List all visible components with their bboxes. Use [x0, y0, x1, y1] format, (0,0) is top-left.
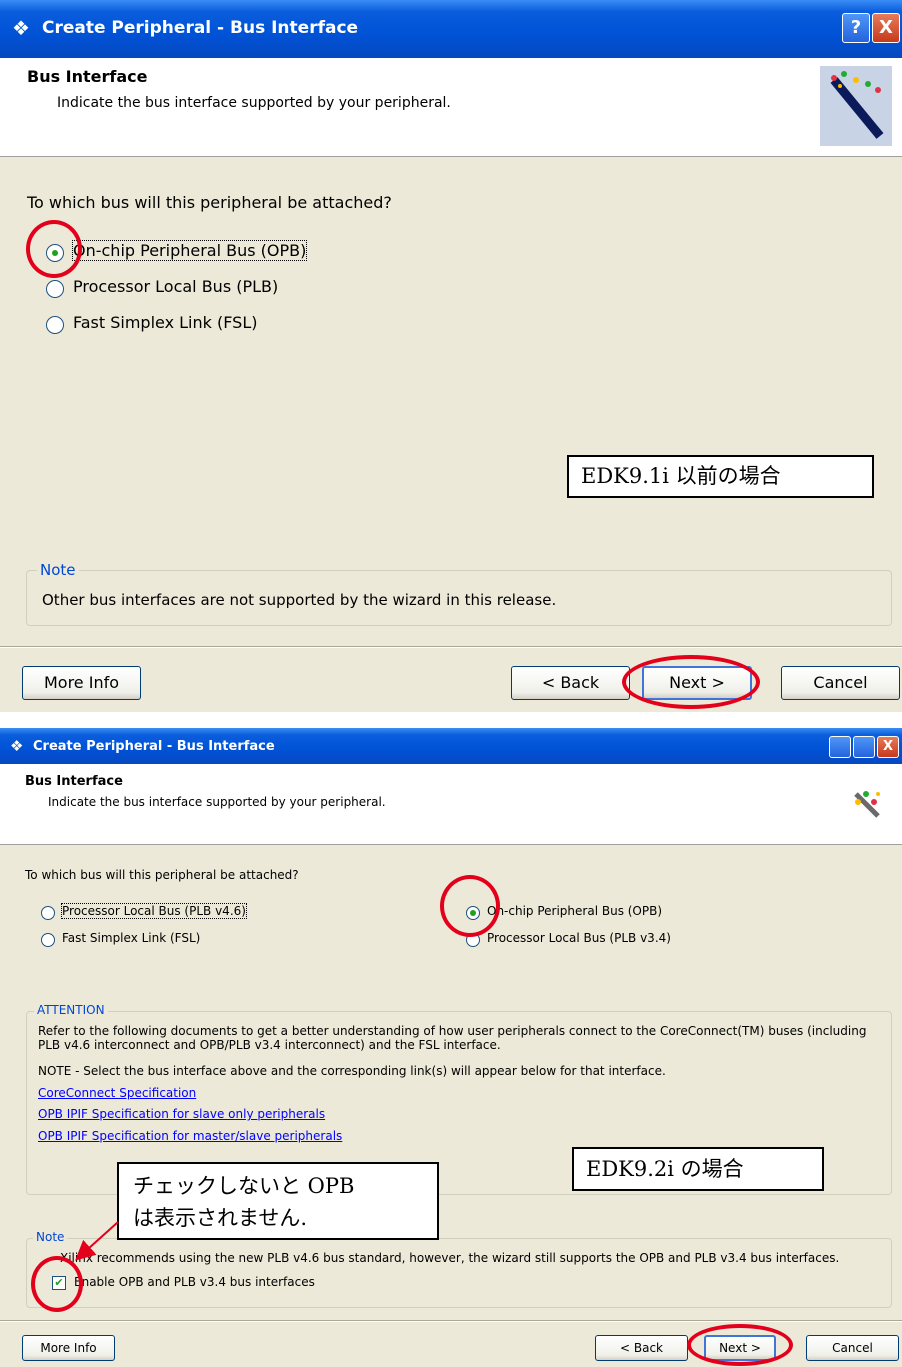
link-opb-ipif-master-slave[interactable]: OPB IPIF Specification for master/slave …	[38, 1129, 342, 1143]
edk91-callout: EDK9.1i 以前の場合	[567, 455, 874, 498]
annotation-line-1: チェックしないと OPB	[133, 1174, 355, 1198]
option-fsl-label[interactable]: Fast Simplex Link (FSL)	[73, 313, 257, 332]
button-separator	[0, 1320, 902, 1322]
option-plb34-label[interactable]: Processor Local Bus (PLB v3.4)	[487, 931, 671, 945]
maximize-button[interactable]	[853, 736, 875, 758]
cancel-button[interactable]: Cancel	[781, 666, 900, 700]
header-title: Bus Interface	[25, 774, 123, 789]
note-legend: Note	[33, 1230, 68, 1244]
wizard-wand-icon	[854, 791, 880, 818]
xilinx-app-icon: ❖	[10, 737, 24, 755]
highlight-opb-radio	[26, 220, 82, 278]
option-plb-label[interactable]: Processor Local Bus (PLB)	[73, 277, 278, 296]
link-coreconnect[interactable]: CoreConnect Specification	[38, 1086, 196, 1100]
close-button[interactable]: X	[872, 13, 900, 43]
edk92-callout: EDK9.2i の場合	[572, 1147, 824, 1191]
note-groupbox	[26, 1238, 892, 1308]
header-subtitle: Indicate the bus interface supported by …	[48, 795, 386, 809]
more-info-button[interactable]: More Info	[22, 1335, 115, 1361]
header-title: Bus Interface	[27, 67, 148, 86]
header-subtitle: Indicate the bus interface supported by …	[57, 95, 451, 111]
option-fsl-label[interactable]: Fast Simplex Link (FSL)	[62, 931, 200, 945]
bus-question: To which bus will this peripheral be att…	[27, 193, 392, 212]
highlight-opb-radio	[440, 875, 500, 937]
radio-plb46[interactable]	[41, 906, 55, 920]
link-opb-ipif-slave[interactable]: OPB IPIF Specification for slave only pe…	[38, 1107, 325, 1121]
cancel-button[interactable]: Cancel	[806, 1335, 899, 1361]
dialog-edk91: ❖ Create Peripheral - Bus Interface ? X …	[0, 0, 902, 712]
minimize-button[interactable]	[829, 736, 851, 758]
window-title: Create Peripheral - Bus Interface	[33, 739, 275, 754]
title-bar[interactable]: ❖ Create Peripheral - Bus Interface ? X	[0, 0, 902, 58]
attention-note: NOTE - Select the bus interface above an…	[38, 1064, 666, 1078]
button-separator	[0, 646, 902, 648]
window-title: Create Peripheral - Bus Interface	[42, 18, 359, 38]
attention-line-1: Refer to the following documents to get …	[38, 1024, 867, 1038]
note-legend: Note	[37, 561, 79, 579]
enable-opb-label[interactable]: Enable OPB and PLB v3.4 bus interfaces	[74, 1275, 315, 1289]
wizard-header: Bus Interface Indicate the bus interface…	[0, 764, 902, 845]
xilinx-app-icon: ❖	[12, 16, 30, 40]
wizard-wand-icon	[820, 66, 892, 146]
option-plb46-label[interactable]: Processor Local Bus (PLB v4.6)	[61, 903, 247, 919]
more-info-button[interactable]: More Info	[22, 666, 141, 700]
help-button[interactable]: ?	[842, 13, 870, 43]
dialog-edk92: ❖ Create Peripheral - Bus Interface X Bu…	[0, 728, 902, 1367]
radio-plb[interactable]	[46, 280, 64, 298]
option-opb-label[interactable]: On-chip Peripheral Bus (OPB)	[487, 904, 662, 918]
bus-question: To which bus will this peripheral be att…	[25, 868, 299, 882]
option-opb-label[interactable]: On-chip Peripheral Bus (OPB)	[71, 240, 308, 261]
wizard-header: Bus Interface Indicate the bus interface…	[0, 58, 902, 157]
radio-fsl[interactable]	[41, 933, 55, 947]
highlight-next-button	[687, 1324, 793, 1366]
back-button[interactable]: < Back	[511, 666, 630, 700]
radio-fsl[interactable]	[46, 316, 64, 334]
attention-line-2: PLB v4.6 interconnect and OPB/PLB v3.4 i…	[38, 1038, 501, 1052]
note-text: Xilinx recommends using the new PLB v4.6…	[60, 1251, 840, 1265]
back-button[interactable]: < Back	[595, 1335, 688, 1361]
checkbox-annotation: チェックしないと OPB は表示されません.	[117, 1162, 439, 1240]
highlight-enable-checkbox	[31, 1256, 83, 1312]
attention-legend: ATTENTION	[34, 1003, 108, 1017]
annotation-line-2: は表示されません.	[133, 1206, 308, 1230]
title-bar[interactable]: ❖ Create Peripheral - Bus Interface X	[0, 728, 902, 764]
close-icon[interactable]: X	[877, 736, 899, 758]
highlight-next-button	[622, 655, 760, 709]
note-text: Other bus interfaces are not supported b…	[42, 591, 557, 609]
